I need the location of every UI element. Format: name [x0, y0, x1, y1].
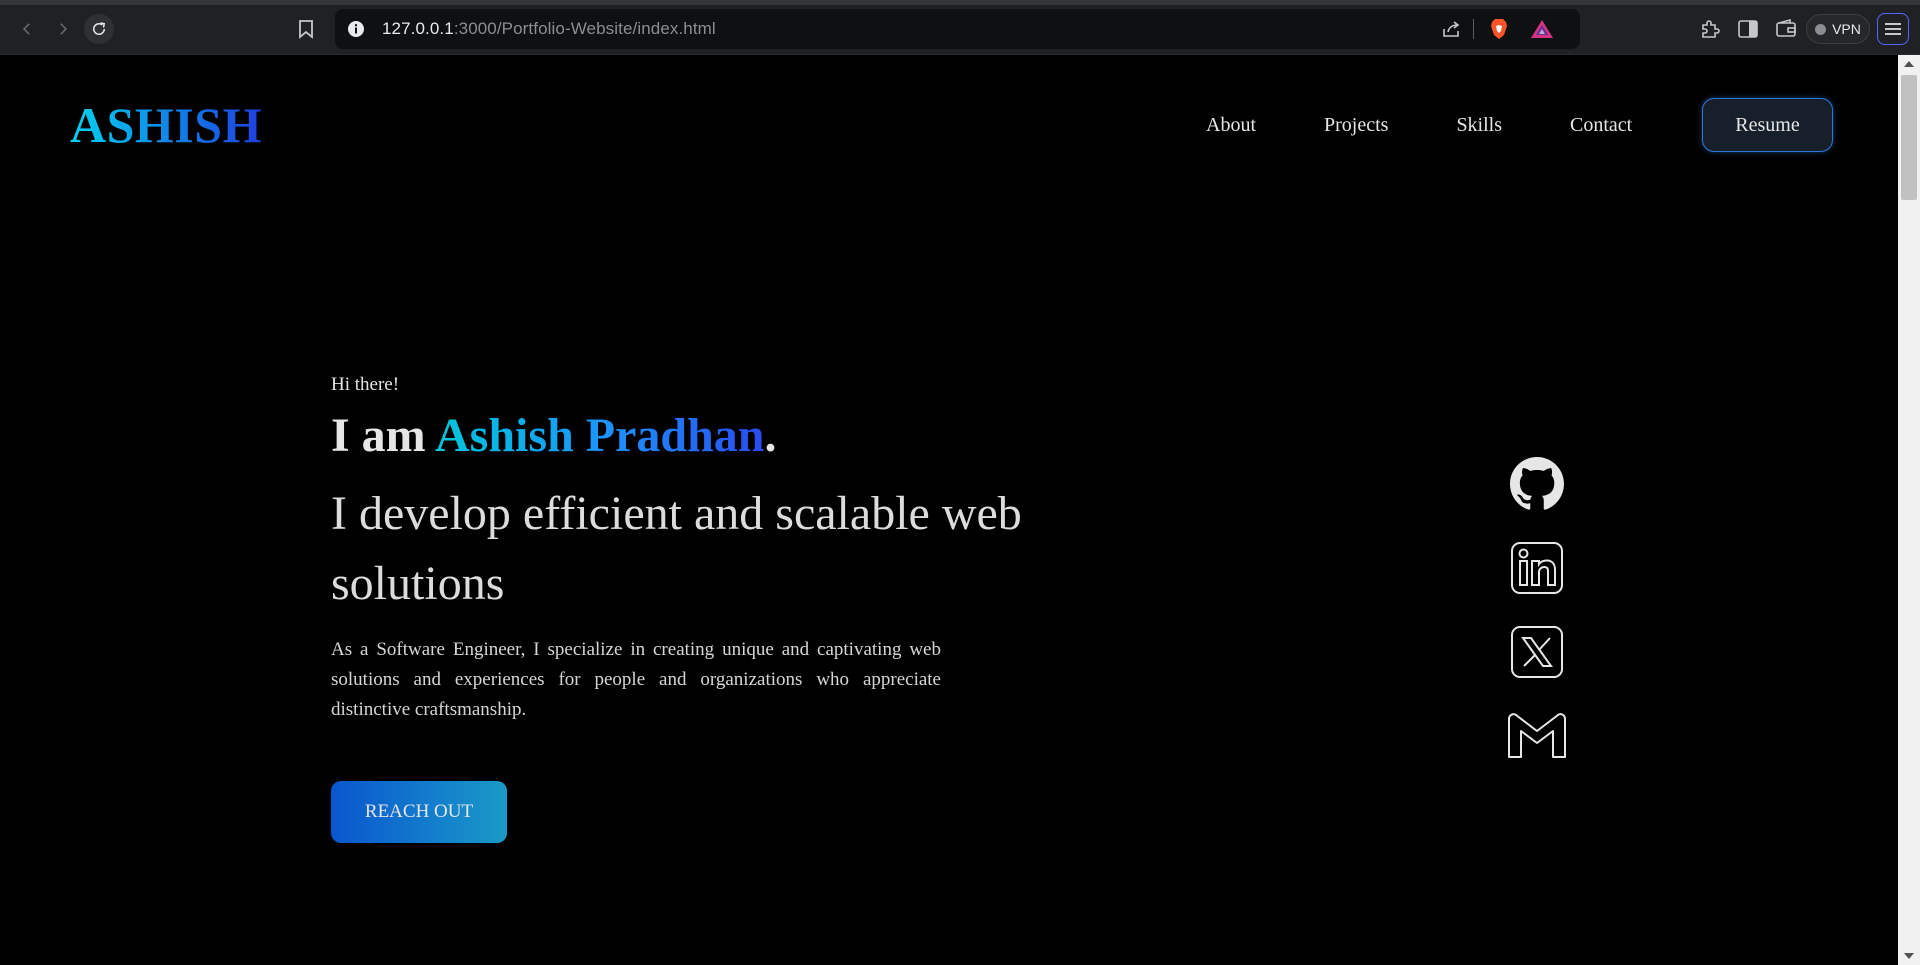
back-button[interactable] [12, 14, 42, 44]
site-logo[interactable]: ASHISH [70, 96, 262, 154]
hero-intro: As a Software Engineer, I specialize in … [331, 639, 941, 720]
nav-skills[interactable]: Skills [1456, 114, 1502, 137]
browser-toolbar: 127.0.0.1:3000/Portfolio-Website/index.h… [0, 0, 1920, 55]
hero-tagline: I develop efficient and scalable web sol… [331, 487, 1022, 610]
arrow-left-icon [22, 23, 30, 35]
arrow-right-icon [60, 23, 68, 35]
url-host: 127.0.0.1 [382, 19, 454, 38]
gmail-link[interactable] [1505, 704, 1569, 768]
x-twitter-link[interactable] [1505, 620, 1569, 684]
bookmark-button[interactable] [292, 14, 320, 44]
resume-button[interactable]: Resume [1702, 98, 1833, 152]
scroll-up-arrow-icon[interactable] [1904, 61, 1914, 67]
extensions-icon[interactable] [1698, 17, 1722, 41]
brave-rewards-icon[interactable] [1530, 18, 1554, 40]
sidebar-icon[interactable] [1736, 17, 1760, 41]
forward-button[interactable] [48, 14, 78, 44]
vpn-label: VPN [1832, 21, 1861, 37]
browser-menu-button[interactable] [1877, 13, 1909, 45]
tab-strip-edge [0, 0, 1920, 5]
x-twitter-icon [1511, 626, 1563, 678]
bookmark-icon [299, 20, 313, 39]
page-scrollbar[interactable] [1898, 55, 1920, 965]
linkedin-icon [1511, 542, 1563, 594]
url-text[interactable]: 127.0.0.1:3000/Portfolio-Website/index.h… [382, 19, 716, 39]
github-link[interactable] [1505, 452, 1569, 516]
brave-shields-icon[interactable] [1487, 17, 1511, 41]
address-bar[interactable]: 127.0.0.1:3000/Portfolio-Website/index.h… [335, 9, 1580, 49]
headline-prefix: I am [331, 409, 436, 462]
info-icon[interactable] [347, 20, 365, 38]
wallet-icon[interactable] [1774, 17, 1798, 41]
gmail-icon [1508, 713, 1566, 758]
headline-suffix: . [764, 409, 777, 462]
hero-headline: I am Ashish Pradhan. [331, 408, 776, 463]
hamburger-icon [1885, 23, 1901, 35]
hero-greeting: Hi there! [331, 374, 400, 395]
github-icon [1510, 457, 1564, 510]
hero-name: Ashish Pradhan [435, 409, 765, 462]
reach-out-button[interactable]: REACH OUT [331, 781, 507, 843]
reload-button[interactable] [84, 14, 114, 44]
url-path: :3000/Portfolio-Website/index.html [453, 19, 716, 38]
nav-contact[interactable]: Contact [1570, 114, 1632, 137]
vpn-button[interactable]: VPN [1806, 14, 1870, 44]
main-nav: About Projects Skills Contact [1206, 114, 1700, 137]
vpn-status-dot [1815, 23, 1827, 35]
nav-projects[interactable]: Projects [1324, 114, 1388, 137]
share-icon[interactable] [1441, 19, 1461, 39]
nav-about[interactable]: About [1206, 114, 1256, 137]
scroll-down-arrow-icon[interactable] [1904, 953, 1914, 959]
scroll-thumb[interactable] [1901, 75, 1917, 200]
linkedin-link[interactable] [1505, 536, 1569, 600]
address-divider [1473, 19, 1474, 39]
reload-icon [93, 22, 106, 35]
portfolio-page: ASHISH About Projects Skills Contact Res… [0, 56, 1898, 965]
